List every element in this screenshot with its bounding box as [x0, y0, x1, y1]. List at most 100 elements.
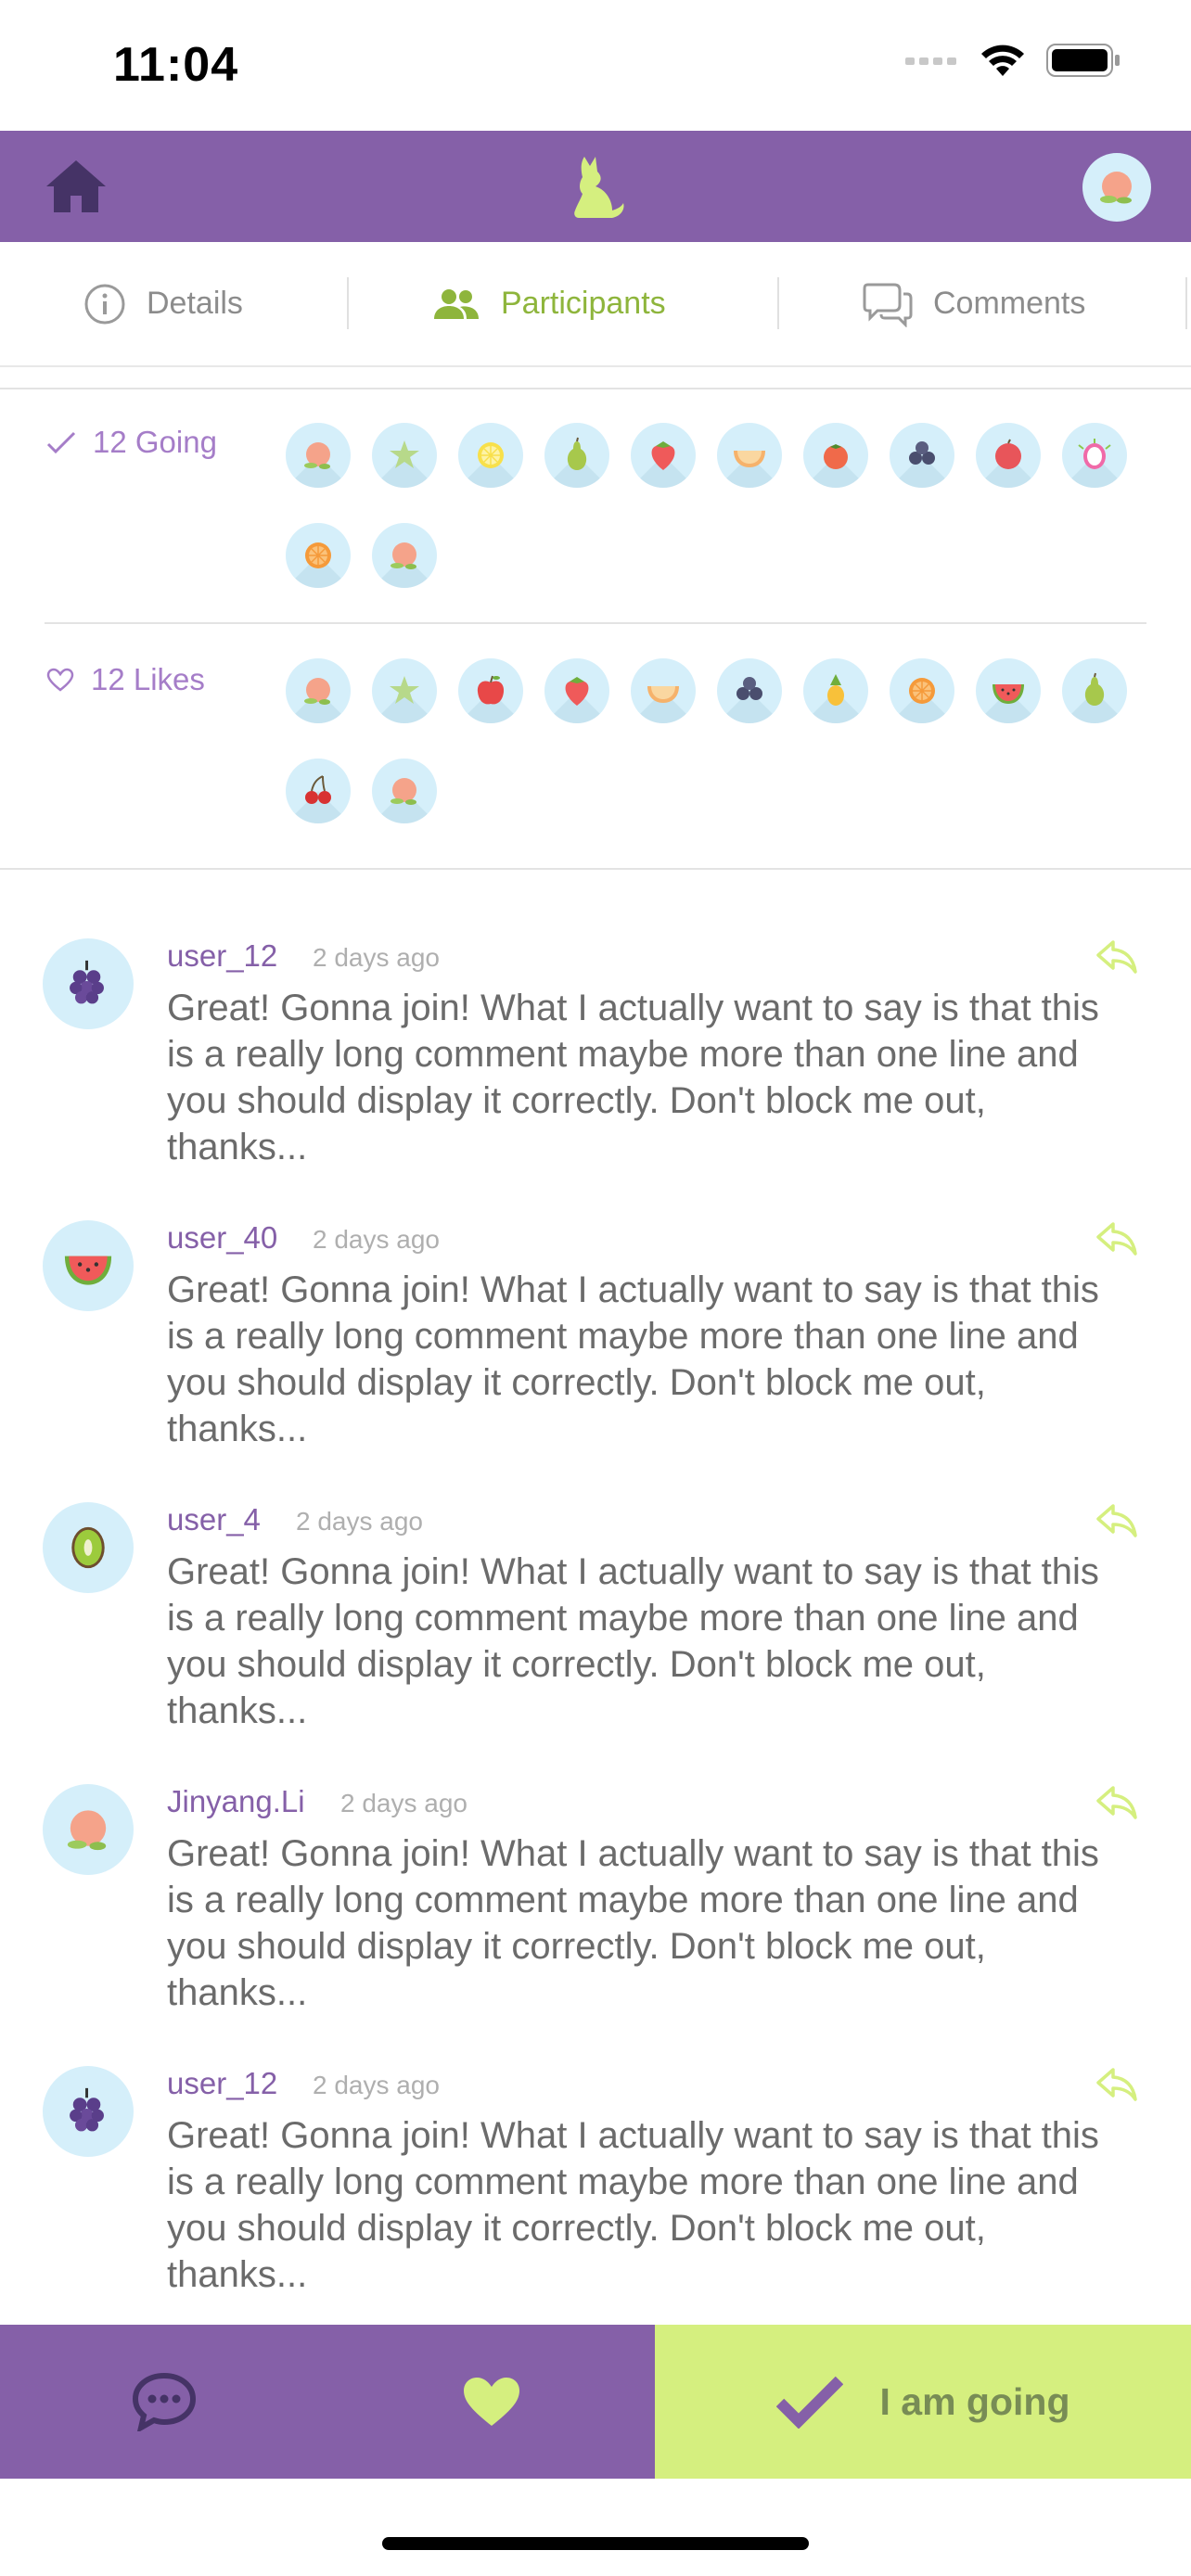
going-avatar-pear[interactable]: [544, 423, 609, 488]
likes-avatar-peach[interactable]: [372, 759, 437, 823]
orange-icon: [909, 678, 935, 704]
peach-icon: [391, 542, 416, 569]
reply-icon: [1096, 2068, 1137, 2101]
comment-text: Great! Gonna join! What I actually want …: [167, 1833, 1099, 2013]
kiwi-icon: [71, 1526, 105, 1569]
going-avatar-starfruit[interactable]: [372, 423, 437, 488]
likes-avatar-starfruit[interactable]: [372, 658, 437, 723]
comment-timestamp: 2 days ago: [313, 1225, 440, 1254]
status-bar: 11:04: [0, 0, 1191, 131]
tab-details-label: Details: [147, 286, 243, 321]
watermelon-icon: [992, 684, 1024, 704]
comment-avatar[interactable]: [43, 2066, 134, 2157]
going-avatar-lemon[interactable]: [458, 423, 523, 488]
like-button[interactable]: [327, 2325, 655, 2479]
comment-item: Jinyang.Li 2 days ago Great! Gonna join! W…: [0, 1784, 1191, 2062]
tomato-icon: [824, 444, 848, 469]
dragonfruit-icon: [1078, 439, 1111, 469]
heart-outline-icon: [46, 668, 74, 692]
starfruit-icon: [390, 440, 419, 468]
comment-avatar[interactable]: [43, 1784, 134, 1875]
peach-icon: [304, 678, 330, 705]
comment-avatar[interactable]: [43, 1502, 134, 1593]
apple-icon: [477, 675, 505, 705]
going-avatar-lychee[interactable]: [976, 423, 1041, 488]
app-header: [0, 131, 1191, 242]
tab-divider: [347, 277, 349, 329]
section-divider: [0, 868, 1191, 870]
peach-icon: [67, 1810, 107, 1851]
peach-icon: [1100, 172, 1132, 204]
going-avatar-blueberries[interactable]: [890, 423, 954, 488]
going-button-label: I am going: [879, 2379, 1070, 2423]
going-avatar-dragonfruit[interactable]: [1062, 423, 1127, 488]
check-small-icon: [46, 431, 76, 453]
going-avatar-peach[interactable]: [286, 423, 351, 488]
chat-bubbles-icon: [863, 283, 913, 327]
likes-avatar-pineapple[interactable]: [803, 658, 868, 723]
reply-button[interactable]: [1095, 1220, 1139, 1257]
comment-item: user_40 2 days ago Great! Gonna join! What…: [0, 1220, 1191, 1498]
likes-avatars: [286, 658, 1158, 823]
comment-button[interactable]: [0, 2325, 327, 2479]
likes-avatar-strawberry[interactable]: [544, 658, 609, 723]
going-avatar-peach[interactable]: [372, 523, 437, 588]
reply-icon: [1096, 1504, 1137, 1537]
tab-comments[interactable]: Comments: [863, 242, 1085, 365]
pear-icon: [567, 437, 587, 470]
comment-username[interactable]: user_40: [167, 1220, 277, 1256]
wifi-icon: [981, 45, 1024, 76]
grapes-icon: [70, 2087, 104, 2132]
reply-button[interactable]: [1095, 938, 1139, 976]
comment-username[interactable]: user_12: [167, 938, 277, 974]
comment-avatar[interactable]: [43, 1220, 134, 1311]
comment-text: Great! Gonna join! What I actually want …: [167, 988, 1099, 1167]
user-avatar[interactable]: [1082, 153, 1151, 222]
reply-button[interactable]: [1095, 1502, 1139, 1539]
going-avatar-strawberry[interactable]: [631, 423, 696, 488]
melon-icon: [734, 451, 765, 467]
status-time: 11:04: [113, 38, 239, 92]
going-avatar-melon[interactable]: [717, 423, 782, 488]
tab-divider: [1185, 277, 1187, 329]
tab-details[interactable]: Details: [83, 242, 243, 365]
home-indicator: [382, 2537, 809, 2550]
reply-button[interactable]: [1095, 1784, 1139, 1821]
going-button[interactable]: I am going: [655, 2325, 1191, 2479]
status-icons: [905, 43, 1121, 78]
bottom-action-bar: I am going: [0, 2325, 1191, 2479]
likes-avatar-watermelon[interactable]: [976, 658, 1041, 723]
likes-avatar-cherries[interactable]: [286, 759, 351, 823]
likes-avatar-apple[interactable]: [458, 658, 523, 723]
reply-button[interactable]: [1095, 2066, 1139, 2103]
tab-participants-label: Participants: [501, 286, 666, 321]
comment-timestamp: 2 days ago: [313, 2071, 440, 2099]
comment-username[interactable]: user_4: [167, 1502, 261, 1537]
peach-icon: [391, 778, 416, 805]
likes-avatar-blueberries[interactable]: [717, 658, 782, 723]
likes-avatar-pear[interactable]: [1062, 658, 1127, 723]
likes-label: 12 Likes: [91, 662, 205, 696]
home-button[interactable]: [45, 157, 108, 216]
lemon-icon: [478, 442, 504, 468]
comment-text: Great! Gonna join! What I actually want …: [167, 1269, 1099, 1449]
home-icon: [46, 160, 106, 212]
peach-icon: [304, 442, 330, 469]
likes-avatar-peach[interactable]: [286, 658, 351, 723]
comment-text: Great! Gonna join! What I actually want …: [167, 1551, 1099, 1731]
comment-avatar[interactable]: [43, 938, 134, 1029]
pear-icon: [1084, 672, 1105, 706]
going-avatar-orange[interactable]: [286, 523, 351, 588]
battery-icon: [1046, 44, 1120, 77]
comment-username[interactable]: user_12: [167, 2066, 277, 2101]
cherries-icon: [305, 775, 331, 804]
going-avatar-tomato[interactable]: [803, 423, 868, 488]
grapes-icon: [70, 960, 104, 1004]
reply-icon: [1096, 940, 1137, 974]
people-icon: [434, 288, 479, 319]
reply-icon: [1096, 1786, 1137, 1819]
comment-username[interactable]: Jinyang.Li: [167, 1784, 305, 1819]
likes-avatar-melon[interactable]: [631, 658, 696, 723]
tab-participants[interactable]: Participants: [432, 242, 666, 365]
likes-avatar-orange[interactable]: [890, 658, 954, 723]
